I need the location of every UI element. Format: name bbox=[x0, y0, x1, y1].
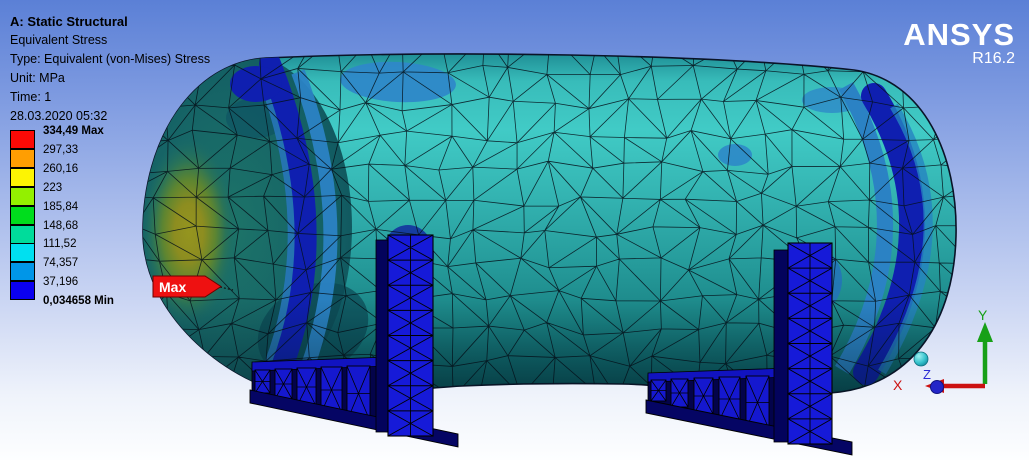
legend-value: 260,16 bbox=[43, 162, 79, 175]
triad-y-label: Y bbox=[978, 307, 988, 323]
legend-value: 74,357 bbox=[43, 257, 79, 270]
legend-swatch bbox=[10, 262, 35, 282]
legend-value: 297,33 bbox=[43, 143, 79, 156]
legend-value: 223 bbox=[43, 181, 63, 194]
triad-x-label: X bbox=[893, 377, 903, 393]
result-name: Equivalent Stress bbox=[10, 33, 108, 47]
max-flag-label: Max bbox=[159, 279, 186, 295]
legend-swatch bbox=[10, 205, 35, 225]
legend-swatch bbox=[10, 130, 35, 149]
legend-value: 111,52 bbox=[43, 238, 77, 251]
analysis-title: A: Static Structural bbox=[10, 14, 128, 29]
ansys-viewport-window: Max Y X Z A: Static Structural Equivalen… bbox=[0, 0, 1029, 460]
legend-value: 148,68 bbox=[43, 219, 79, 232]
result-time: Time: 1 bbox=[10, 90, 52, 104]
legend-swatch bbox=[10, 167, 35, 187]
vessel-model[interactable] bbox=[118, 33, 984, 430]
result-type: Type: Equivalent (von-Mises) Stress bbox=[10, 52, 211, 66]
legend-scale[interactable]: 334,49 Max 297,33 260,16 223 185,84 148,68 111… bbox=[10, 125, 160, 320]
result-timestamp: 28.03.2020 05:32 bbox=[10, 109, 108, 123]
legend-swatch bbox=[10, 148, 35, 168]
triad-z-label: Z bbox=[923, 367, 931, 382]
legend-value: 185,84 bbox=[43, 200, 79, 213]
legend-swatch bbox=[10, 243, 35, 263]
brand-logo: ANSYS bbox=[903, 17, 1015, 52]
legend-value: 334,49 Max bbox=[43, 125, 104, 137]
result-unit: Unit: MPa bbox=[10, 71, 65, 85]
legend-value: 37,196 bbox=[43, 276, 79, 289]
brand-release: R16.2 bbox=[972, 50, 1015, 67]
triad-y-arrow-icon bbox=[977, 322, 993, 342]
triad-z-axis[interactable] bbox=[930, 380, 944, 394]
legend-swatch bbox=[10, 224, 35, 244]
result-info-block: A: Static Structural Equivalent Stress T… bbox=[10, 12, 210, 126]
legend-swatch bbox=[10, 281, 35, 301]
brand-block: ANSYS R16.2 bbox=[903, 17, 1015, 67]
triad-origin-ball-icon[interactable] bbox=[913, 351, 929, 367]
legend-swatch bbox=[10, 186, 35, 206]
legend-value: 0,034658 Min bbox=[43, 295, 114, 308]
